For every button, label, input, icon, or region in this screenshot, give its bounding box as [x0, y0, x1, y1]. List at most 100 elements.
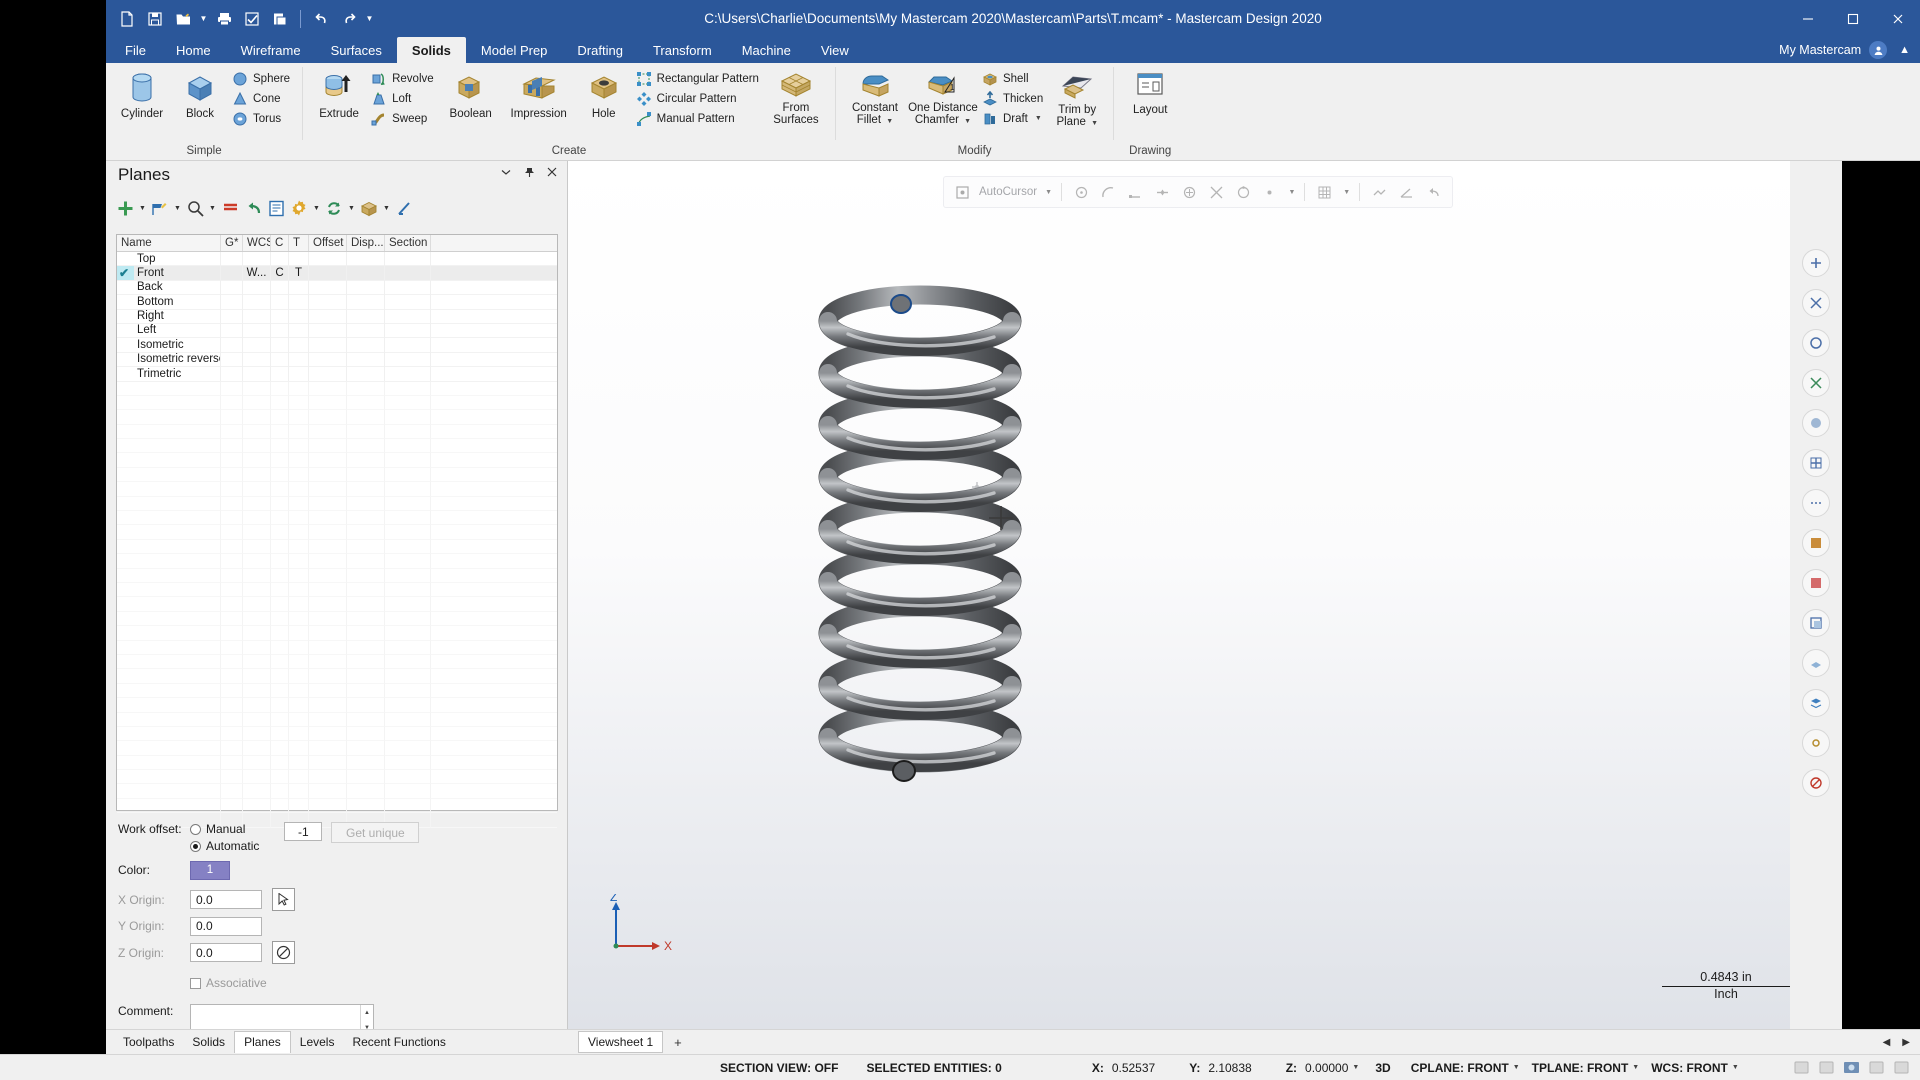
- layers-icon[interactable]: [1802, 689, 1830, 717]
- plus-icon[interactable]: [114, 195, 136, 221]
- table-row[interactable]: Isometric reverse: [117, 352, 557, 368]
- comment-spinner-up[interactable]: ▲: [361, 1005, 373, 1020]
- get-unique-button[interactable]: Get unique: [331, 822, 420, 843]
- refresh-icon[interactable]: [323, 195, 345, 221]
- tab-model-prep[interactable]: Model Prep: [466, 37, 562, 63]
- account-label[interactable]: My Mastercam: [1779, 43, 1861, 57]
- add-viewsheet-button[interactable]: +: [667, 1035, 689, 1050]
- unzoom-icon[interactable]: [1802, 329, 1830, 357]
- tab-wireframe[interactable]: Wireframe: [226, 37, 316, 63]
- check-icon[interactable]: ✔: [119, 266, 129, 280]
- chevron-down-icon[interactable]: [499, 165, 513, 179]
- ribbon-button-cylinder[interactable]: Cylinder: [114, 67, 170, 120]
- verify-icon[interactable]: [239, 6, 265, 32]
- status-z-caret[interactable]: ▼: [1352, 1064, 1359, 1071]
- ribbon-button-layout[interactable]: Layout: [1122, 67, 1178, 116]
- plane-from-geometry-caret[interactable]: ▼: [172, 195, 183, 221]
- viewsheet-prev-button[interactable]: ◀: [1883, 1037, 1891, 1048]
- ribbon-button-trim-by-plane[interactable]: Trim by Plane ▼: [1049, 67, 1105, 130]
- refresh-caret[interactable]: ▼: [346, 195, 357, 221]
- ribbon-button-boolean[interactable]: Boolean: [440, 67, 502, 120]
- ribbon-button-revolve[interactable]: Revolve: [369, 69, 438, 88]
- bottom-tab-solids[interactable]: Solids: [183, 1032, 234, 1052]
- new-icon[interactable]: [114, 6, 140, 32]
- list-icon[interactable]: [265, 195, 287, 221]
- table-row[interactable]: Isometric: [117, 337, 557, 353]
- status-wcs[interactable]: WCS: FRONT: [1651, 1061, 1728, 1075]
- tab-transform[interactable]: Transform: [638, 37, 727, 63]
- tab-surfaces[interactable]: Surfaces: [316, 37, 397, 63]
- tab-solids[interactable]: Solids: [396, 37, 466, 63]
- ribbon-button-draft[interactable]: Draft ▼: [980, 109, 1047, 128]
- maximize-button[interactable]: [1830, 0, 1875, 37]
- constant-fillet-caret[interactable]: ▼: [886, 118, 893, 125]
- ribbon-button-constant-fillet[interactable]: Constant Fillet ▼: [844, 67, 906, 128]
- table-row[interactable]: ✔ Front W... C T: [117, 265, 557, 281]
- column-header-section[interactable]: Section: [385, 235, 431, 251]
- tab-machine[interactable]: Machine: [727, 37, 806, 63]
- table-row[interactable]: Back: [117, 280, 557, 296]
- more-commands-caret[interactable]: ▼: [364, 6, 375, 32]
- paste-icon[interactable]: [267, 6, 293, 32]
- ribbon-button-sphere[interactable]: Sphere: [230, 69, 294, 88]
- coil-spring-model[interactable]: [568, 161, 1822, 1029]
- shade-icon[interactable]: [1802, 409, 1830, 437]
- ribbon-button-from-surfaces[interactable]: From Surfaces: [765, 67, 827, 126]
- hidden-lines-icon[interactable]: [1802, 489, 1830, 517]
- gear-icon[interactable]: [288, 195, 310, 221]
- planes-list[interactable]: Name G* WCS C T Offset Disp... Section T…: [116, 234, 558, 828]
- tab-view[interactable]: View: [806, 37, 864, 63]
- tab-drafting[interactable]: Drafting: [562, 37, 638, 63]
- status-tplane[interactable]: TPLANE: FRONT: [1532, 1061, 1629, 1075]
- section-view-icon[interactable]: [1802, 569, 1830, 597]
- tab-file[interactable]: File: [110, 37, 161, 63]
- table-row[interactable]: Top: [117, 251, 557, 267]
- zoom-window-icon[interactable]: [1802, 289, 1830, 317]
- ribbon-button-thicken[interactable]: Thicken: [980, 89, 1047, 108]
- trim-by-plane-caret[interactable]: ▼: [1091, 120, 1098, 127]
- ribbon-button-loft[interactable]: Loft: [369, 89, 438, 108]
- status-toggle-5-icon[interactable]: [1890, 1059, 1912, 1077]
- undo-icon[interactable]: [308, 6, 334, 32]
- ribbon-button-shell[interactable]: Shell: [980, 69, 1047, 88]
- table-row[interactable]: Left: [117, 323, 557, 339]
- ribbon-button-impression[interactable]: Impression: [504, 67, 574, 120]
- radio-automatic[interactable]: Automatic: [190, 839, 259, 853]
- flag-icon[interactable]: [149, 195, 171, 221]
- draft-caret[interactable]: ▼: [1035, 115, 1042, 122]
- add-plane-caret[interactable]: ▼: [137, 195, 148, 221]
- column-header-g[interactable]: G*: [221, 235, 243, 251]
- column-header-wcs[interactable]: WCS: [243, 235, 271, 251]
- column-header-t[interactable]: T: [289, 235, 309, 251]
- translucency-icon[interactable]: [1802, 609, 1830, 637]
- open-icon[interactable]: [170, 6, 196, 32]
- box-caret[interactable]: ▼: [381, 195, 392, 221]
- ribbon-button-circular-pattern[interactable]: Circular Pattern: [634, 89, 763, 108]
- tab-home[interactable]: Home: [161, 37, 226, 63]
- close-icon[interactable]: [545, 165, 559, 179]
- search-icon[interactable]: [184, 195, 206, 221]
- column-header-c[interactable]: C: [271, 235, 289, 251]
- bottom-tab-recent-functions[interactable]: Recent Functions: [343, 1032, 454, 1052]
- pin-icon[interactable]: [522, 165, 536, 179]
- ribbon-button-block[interactable]: Block: [172, 67, 228, 120]
- status-toggle-2-icon[interactable]: [1815, 1059, 1837, 1077]
- fit-screen-icon[interactable]: [1802, 249, 1830, 277]
- viewsheet-next-button[interactable]: ▶: [1902, 1037, 1910, 1048]
- chamfer-caret[interactable]: ▼: [964, 118, 971, 125]
- table-row[interactable]: Bottom: [117, 294, 557, 310]
- planes-display-icon[interactable]: [1802, 649, 1830, 677]
- material-icon[interactable]: [1802, 529, 1830, 557]
- z-origin-input[interactable]: 0.0: [190, 943, 262, 962]
- status-shade-toggle-icon[interactable]: [1840, 1059, 1862, 1077]
- close-button[interactable]: [1875, 0, 1920, 37]
- ribbon-button-manual-pattern[interactable]: Manual Pattern: [634, 109, 763, 128]
- status-section-view[interactable]: SECTION VIEW: OFF: [720, 1061, 838, 1075]
- select-point-icon[interactable]: [272, 888, 295, 911]
- color-swatch[interactable]: 1: [190, 860, 230, 880]
- column-header-offset[interactable]: Offset: [309, 235, 347, 251]
- find-plane-caret[interactable]: ▼: [207, 195, 218, 221]
- status-wcs-caret[interactable]: ▼: [1732, 1064, 1739, 1071]
- ribbon-button-one-distance-chamfer[interactable]: 1 Constant FilletOne Distance Chamfer ▼: [908, 67, 978, 128]
- settings-caret[interactable]: ▼: [311, 195, 322, 221]
